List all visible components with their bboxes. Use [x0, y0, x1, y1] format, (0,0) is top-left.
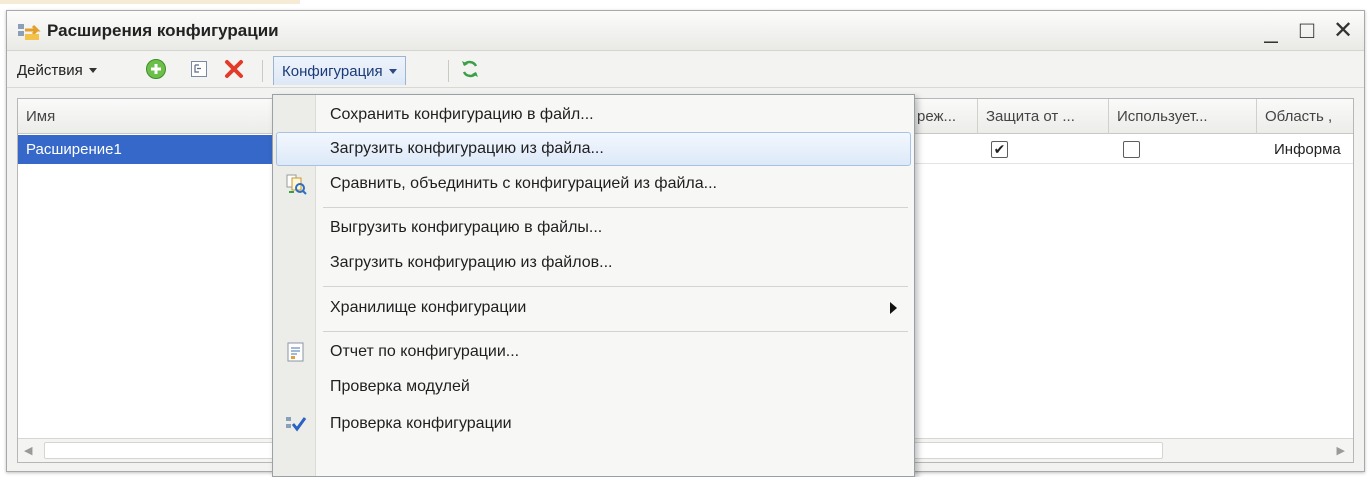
add-green-circle-icon: [145, 58, 167, 84]
menu-item-config-report[interactable]: Отчет по конфигурации...: [276, 335, 911, 369]
configuration-label: Конфигурация: [282, 62, 383, 80]
hierarchy-button[interactable]: [190, 58, 210, 83]
menu-item-label: Сравнить, объединить с конфигурацией из …: [330, 175, 717, 192]
column-header-protection[interactable]: Защита от ...: [978, 99, 1109, 134]
cell-extension-name[interactable]: Расширение1: [18, 135, 281, 164]
scroll-right-icon[interactable]: ▶: [1337, 444, 1345, 457]
menu-separator: [323, 286, 908, 287]
menu-item-label: Сохранить конфигурацию в файл...: [330, 106, 594, 123]
menu-item-load-config-from-file[interactable]: Загрузить конфигурацию из файла...: [276, 132, 911, 166]
configuration-menu-button[interactable]: Конфигурация: [273, 56, 406, 85]
menu-item-label: Проверка конфигурации: [330, 415, 512, 432]
menu-item-label: Загрузить конфигурацию из файлов...: [330, 254, 613, 271]
compare-merge-icon: [285, 173, 307, 195]
column-header-name[interactable]: Имя: [18, 99, 281, 134]
cell-area: Информа: [1274, 141, 1341, 158]
tree-view-icon: [190, 60, 208, 82]
actions-label: Действия: [17, 62, 83, 79]
maximize-button[interactable]: □: [1296, 17, 1318, 45]
toolbar-separator: [262, 60, 263, 82]
refresh-icon: [459, 58, 481, 84]
menu-item-save-config-to-file[interactable]: Сохранить конфигурацию в файл...: [276, 98, 911, 132]
title-bar[interactable]: Расширения конфигурации _ □ ✕: [7, 11, 1364, 51]
configuration-dropdown-menu: Сохранить конфигурацию в файл... Загрузи…: [272, 94, 915, 477]
toolbar-separator: [448, 60, 449, 82]
column-header-area[interactable]: Область ,: [1257, 99, 1353, 134]
chevron-down-icon: [388, 68, 397, 74]
menu-separator: [323, 207, 908, 208]
menu-item-check-config[interactable]: Проверка конфигурации: [276, 407, 911, 441]
report-document-icon: [285, 341, 307, 363]
protection-checkbox[interactable]: ✔: [991, 141, 1008, 158]
menu-item-load-from-files[interactable]: Загрузить конфигурацию из файлов...: [276, 246, 911, 280]
column-header-uses[interactable]: Использует...: [1109, 99, 1257, 134]
menu-item-label: Выгрузить конфигурацию в файлы...: [330, 219, 603, 236]
chevron-down-icon: [88, 68, 97, 73]
menu-separator: [323, 331, 908, 332]
extensions-icon: [17, 22, 41, 42]
delete-red-x-icon: [224, 59, 244, 83]
close-button[interactable]: ✕: [1332, 17, 1354, 45]
submenu-arrow-icon: [890, 302, 897, 314]
window-title: Расширения конфигурации: [47, 21, 279, 40]
menu-item-compare-merge[interactable]: Сравнить, объединить с конфигурацией из …: [276, 167, 911, 201]
checkmark-icon: ✔: [993, 141, 1006, 157]
uses-checkbox[interactable]: [1123, 141, 1140, 158]
delete-button[interactable]: [224, 58, 246, 83]
add-button[interactable]: [145, 58, 169, 83]
menu-item-check-modules[interactable]: Проверка модулей: [276, 370, 911, 404]
check-config-icon: [285, 413, 307, 435]
minimize-button[interactable]: _: [1260, 17, 1282, 45]
menu-item-label: Хранилище конфигурации: [330, 299, 527, 316]
menu-item-export-to-files[interactable]: Выгрузить конфигурацию в файлы...: [276, 211, 911, 245]
actions-menu-button[interactable]: Действия: [17, 58, 97, 83]
toolbar: Действия Конфигурация: [7, 52, 1364, 88]
window-controls: _ □ ✕: [1260, 17, 1354, 45]
menu-item-label: Проверка модулей: [330, 378, 470, 395]
menu-item-label: Загрузить конфигурацию из файла...: [330, 140, 604, 157]
top-strip: [0, 0, 1371, 10]
menu-item-label: Отчет по конфигурации...: [330, 343, 520, 360]
scroll-left-icon[interactable]: ◀: [24, 444, 32, 457]
refresh-button[interactable]: [459, 58, 483, 83]
top-accent: [0, 0, 300, 4]
menu-item-repository[interactable]: Хранилище конфигурации: [276, 291, 911, 325]
